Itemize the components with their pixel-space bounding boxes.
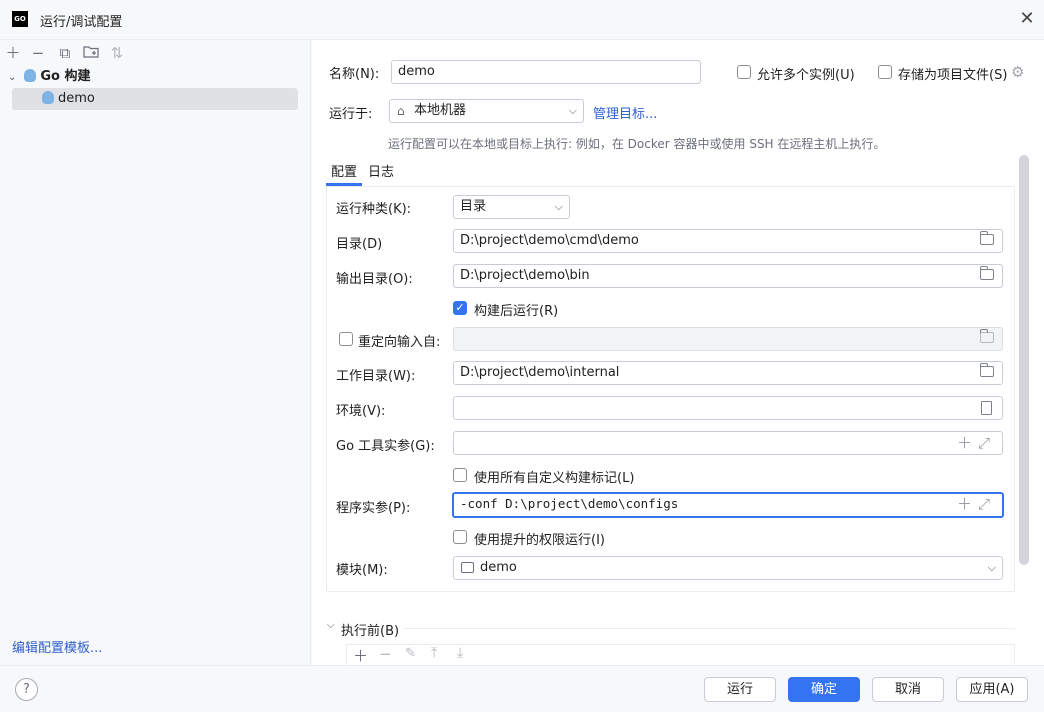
gear-icon[interactable]: ⚙ [1011,63,1024,81]
ok-button[interactable]: 确定 [788,677,860,702]
help-button[interactable]: ? [15,678,38,701]
working-dir-input[interactable]: D:\project\demo\internal [453,361,1003,385]
expand-icons: ＋⤢ [957,494,996,514]
add-icon[interactable]: ＋ [4,44,22,62]
tree-group-label: Go 构建 [40,69,91,84]
expand-icon[interactable]: ⤢ [978,495,996,513]
folder-icon[interactable] [980,363,994,377]
name-input[interactable]: demo [391,60,701,84]
redirect-input-field[interactable] [453,327,1003,351]
add-icon[interactable]: ＋ [353,645,368,666]
sidebar [0,40,311,665]
gopher-icon [42,91,54,104]
close-icon[interactable]: ✕ [1016,8,1038,30]
apply-button[interactable]: 应用(A) [956,677,1028,702]
section-divider [404,628,1015,629]
document-icon[interactable] [981,401,992,415]
run-kind-select[interactable]: 目录 ⌵ [453,195,570,219]
remove-icon[interactable]: − [379,645,392,663]
store-as-project-label: 存储为项目文件(S) [898,68,1008,83]
move-up-icon[interactable]: ⤒ [431,645,437,661]
expand-icons: ＋⤢ [957,432,996,454]
use-custom-tags-checkbox[interactable] [453,468,467,482]
use-elevated-checkbox[interactable] [453,530,467,544]
output-dir-input[interactable]: D:\project\demo\bin [453,264,1003,288]
tab-config[interactable]: 配置 [331,161,357,180]
run-after-build-label: 构建后运行(R) [474,304,559,319]
before-launch-toolbar: ＋ − ✎ ⤒ ⤓ [346,644,1015,665]
goland-app-icon: GO [12,11,28,27]
edit-templates-link[interactable]: 编辑配置模板... [12,637,102,656]
program-args-input[interactable]: -conf D:\project\demo\configs ＋⤢ [452,492,1004,518]
use-custom-tags-label: 使用所有自定义构建标记(L) [474,471,635,486]
chevron-down-icon: ⌵ [554,200,563,213]
run-on-select[interactable]: ⌂ 本地机器 ⌵ [389,99,584,123]
window-title: 运行/调试配置 [40,15,123,30]
run-on-label: 运行于: [329,107,373,122]
module-label: 模块(M): [336,563,388,578]
run-after-build-checkbox[interactable]: ✓ [453,301,467,315]
allow-multiple-label: 允许多个实例(U) [757,68,855,83]
name-label: 名称(N): [329,67,380,82]
directory-value: D:\project\demo\cmd\demo [460,233,639,248]
add-icon[interactable]: ＋ [957,434,978,452]
sort-icon[interactable]: ⇅ [108,44,126,62]
remove-icon[interactable]: − [29,44,47,62]
cancel-button[interactable]: 取消 [872,677,944,702]
directory-input[interactable]: D:\project\demo\cmd\demo [453,229,1003,253]
run-on-hint: 运行配置可以在本地或目标上执行: 例如，在 Docker 容器中或使用 SSH … [388,137,886,151]
chevron-down-icon[interactable]: ⌵ [327,620,335,631]
chevron-down-icon: ⌄ [8,72,17,83]
home-icon: ⌂ [397,104,405,118]
copy-icon[interactable]: ⧉ [56,44,74,62]
working-dir-label: 工作目录(W): [336,369,416,384]
edit-icon[interactable]: ✎ [405,646,416,661]
directory-label: 目录(D) [336,237,383,252]
allow-multiple-checkbox[interactable] [737,65,751,79]
tab-logs[interactable]: 日志 [368,161,394,180]
gopher-icon [24,69,37,82]
program-args-value: -conf D:\project\demo\configs [460,496,679,511]
module-select[interactable]: demo ⌵ [453,556,1003,580]
run-on-value: 本地机器 [414,103,467,118]
env-input[interactable] [453,396,1003,420]
manage-targets-link[interactable]: 管理目标... [593,103,657,122]
folder-icon[interactable] [980,266,994,280]
before-launch-label[interactable]: 执行前(B) [341,620,399,639]
run-kind-value: 目录 [460,199,487,214]
program-args-label: 程序实参(P): [336,501,411,516]
redirect-input-label: 重定向输入自: [358,335,441,350]
tree-group-go-build[interactable]: ⌄ Go 构建 [8,66,91,88]
use-elevated-label: 使用提升的权限运行(I) [474,533,605,548]
module-folder-icon [461,562,474,573]
scrollbar[interactable] [1019,155,1029,565]
tree-item-demo[interactable]: demo [12,88,298,110]
folder-icon[interactable] [980,231,994,245]
tree-item-label: demo [58,91,95,106]
new-folder-icon[interactable] [82,44,100,62]
run-button[interactable]: 运行 [704,677,776,702]
module-value: demo [480,560,517,575]
chevron-down-icon: ⌵ [568,104,577,117]
output-dir-value: D:\project\demo\bin [460,268,590,283]
folder-icon[interactable] [980,329,994,343]
expand-icon[interactable]: ⤢ [978,434,996,452]
output-dir-label: 输出目录(O): [336,272,413,287]
move-down-icon[interactable]: ⤓ [457,645,463,661]
env-label: 环境(V): [336,404,386,419]
working-dir-value: D:\project\demo\internal [460,365,620,380]
title-bar [0,0,1044,40]
go-tool-args-input[interactable]: ＋⤢ [453,431,1003,455]
add-icon[interactable]: ＋ [957,495,978,513]
redirect-input-checkbox[interactable] [339,332,353,346]
go-tool-args-label: Go 工具实参(G): [336,439,435,454]
chevron-down-icon: ⌵ [987,561,996,574]
check-icon: ✓ [455,301,465,314]
run-kind-label: 运行种类(K): [336,202,412,217]
store-as-project-checkbox[interactable] [878,65,892,79]
